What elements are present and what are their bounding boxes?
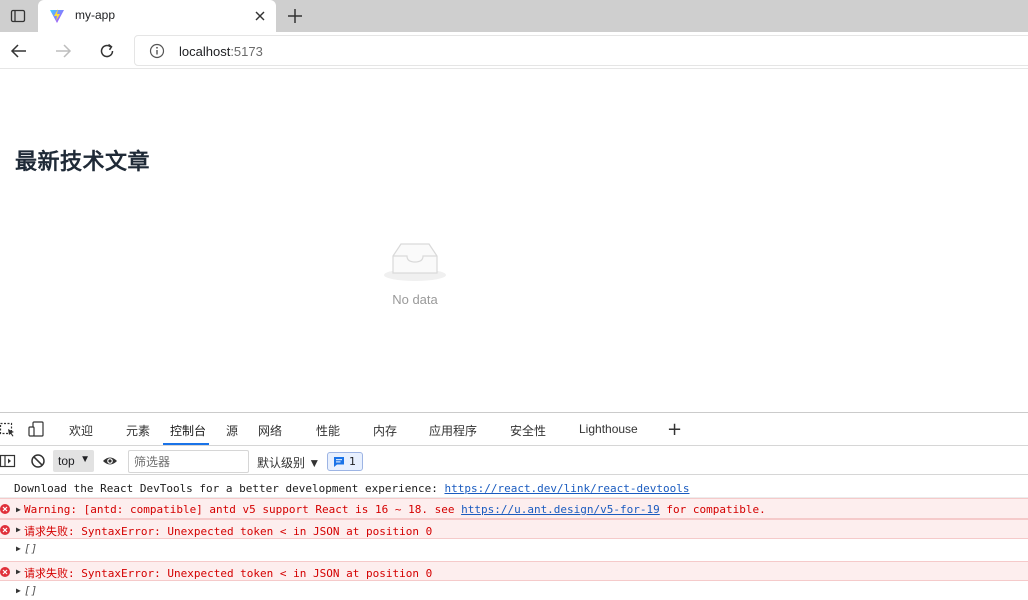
browser-tab-strip: my-app — [0, 0, 1028, 32]
live-expression-eye-icon[interactable] — [102, 453, 118, 469]
devtools-tab-bar: 欢迎 元素 控制台 源 网络 性能 内存 应用程序 安全性 Lighthouse… — [0, 413, 1028, 446]
tab-network[interactable]: 网络 — [258, 422, 282, 439]
tab-security[interactable]: 安全性 — [510, 422, 546, 439]
url-port: :5173 — [230, 44, 263, 59]
console-output: Download the React DevTools for a better… — [0, 475, 1028, 600]
vite-logo-icon — [50, 9, 64, 23]
console-message-text: [] — [24, 542, 38, 555]
console-message-text: Warning: [antd: compatible] antd v5 supp… — [24, 503, 766, 516]
inspect-element-icon[interactable] — [0, 421, 16, 437]
log-level-select[interactable]: 默认级别 ▼ — [257, 454, 320, 471]
tab-performance[interactable]: 性能 — [316, 422, 340, 439]
issues-count: 1 — [349, 455, 356, 468]
error-icon — [0, 525, 10, 535]
empty-inbox-icon — [384, 243, 446, 281]
console-log-value: ▶ [] — [0, 581, 1028, 600]
message-text: Warning: [antd: compatible] antd v5 supp… — [24, 503, 462, 516]
message-tail: for compatible. — [659, 503, 766, 516]
clear-console-icon[interactable] — [30, 453, 46, 469]
console-error-message: ▶ 请求失败: SyntaxError: Unexpected token < … — [0, 519, 1028, 539]
tab-application[interactable]: 应用程序 — [429, 422, 477, 439]
new-tab-icon[interactable] — [285, 6, 305, 26]
tab-actions-icon — [10, 9, 26, 23]
address-bar[interactable]: localhost:5173 — [134, 35, 1028, 66]
url-text: localhost:5173 — [179, 44, 263, 59]
tab-sources[interactable]: 源 — [226, 422, 238, 439]
console-message-text: [] — [24, 584, 38, 597]
issues-badge[interactable]: 1 — [327, 452, 363, 471]
tab-elements[interactable]: 元素 — [126, 422, 150, 439]
back-arrow-icon[interactable] — [9, 41, 29, 61]
tab-console[interactable]: 控制台 — [170, 422, 206, 439]
message-bubble-icon — [334, 457, 344, 467]
console-warning-message: ▶ Warning: [antd: compatible] antd v5 su… — [0, 498, 1028, 519]
console-log-value: ▶ [] — [0, 539, 1028, 559]
expand-triangle-icon[interactable]: ▶ — [16, 586, 21, 595]
console-message-text: Download the React DevTools for a better… — [14, 482, 690, 495]
site-info-icon[interactable] — [149, 43, 165, 59]
sidebar-toggle-icon[interactable] — [0, 453, 16, 469]
tab-welcome[interactable]: 欢迎 — [69, 422, 93, 439]
console-message-text: 请求失败: SyntaxError: Unexpected token < in… — [24, 525, 433, 538]
page-title: 最新技术文章 — [15, 150, 151, 175]
forward-arrow-icon[interactable] — [53, 41, 73, 61]
browser-tab[interactable]: my-app — [38, 0, 276, 32]
tab-lighthouse[interactable]: Lighthouse — [579, 422, 638, 436]
more-tools-plus-icon[interactable]: + — [667, 419, 682, 440]
expand-triangle-icon[interactable]: ▶ — [16, 505, 21, 514]
page-viewport: 最新技术文章 No data — [0, 70, 1028, 412]
browser-toolbar: localhost:5173 — [0, 32, 1028, 69]
console-filter-input[interactable] — [128, 450, 249, 473]
console-toolbar: top ▼ 默认级别 ▼ 1 — [0, 447, 1028, 475]
expand-triangle-icon[interactable]: ▶ — [16, 525, 21, 534]
active-tab-indicator — [163, 443, 209, 445]
devtools-panel: 欢迎 元素 控制台 源 网络 性能 内存 应用程序 安全性 Lighthouse… — [0, 412, 1028, 600]
console-error-message: ▶ 请求失败: SyntaxError: Unexpected token < … — [0, 561, 1028, 581]
reload-icon[interactable] — [97, 41, 117, 61]
url-host: localhost — [179, 44, 231, 59]
console-message-text: 请求失败: SyntaxError: Unexpected token < in… — [24, 567, 433, 580]
antd-compat-link[interactable]: https://u.ant.design/v5-for-19 — [461, 503, 660, 516]
error-icon — [0, 504, 10, 514]
tab-actions-button[interactable] — [0, 0, 36, 32]
tab-memory[interactable]: 内存 — [373, 422, 397, 439]
react-devtools-link[interactable]: https://react.dev/link/react-devtools — [444, 482, 689, 495]
empty-state: No data — [378, 240, 452, 307]
close-tab-icon[interactable] — [252, 8, 268, 24]
context-select-value: top — [58, 454, 75, 468]
error-icon — [0, 567, 10, 577]
message-text: Download the React DevTools for a better… — [14, 482, 445, 495]
chevron-down-icon: ▼ — [80, 454, 90, 465]
tab-title: my-app — [75, 8, 116, 22]
device-toolbar-icon[interactable] — [28, 421, 44, 437]
expand-triangle-icon[interactable]: ▶ — [16, 544, 21, 553]
empty-text: No data — [392, 292, 438, 307]
context-select[interactable]: top ▼ — [53, 450, 94, 472]
console-message: Download the React DevTools for a better… — [0, 479, 1028, 498]
expand-triangle-icon[interactable]: ▶ — [16, 567, 21, 576]
